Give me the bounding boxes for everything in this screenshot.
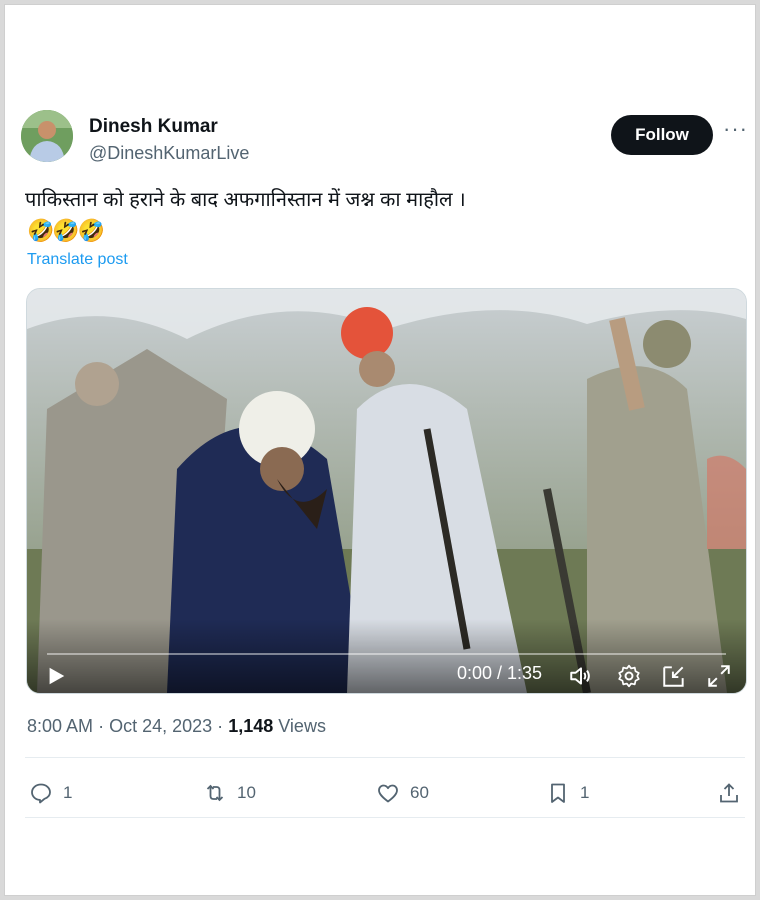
bookmark-icon xyxy=(551,783,565,803)
bookmark-button[interactable]: 1 xyxy=(546,773,589,813)
reply-count: 1 xyxy=(63,783,73,802)
post-emoji: 🤣🤣🤣 xyxy=(27,218,105,243)
repost-button[interactable]: 10 xyxy=(203,773,256,813)
avatar[interactable] xyxy=(21,110,73,162)
post-time[interactable]: 8:00 AM xyxy=(27,716,93,736)
video-progress-bar[interactable] xyxy=(47,653,726,655)
video-player[interactable]: 0:00 / 1:35 xyxy=(26,288,747,694)
post-meta: 8:00 AM · Oct 24, 2023 · 1,148 Views xyxy=(27,716,326,737)
translate-post-link[interactable]: Translate post xyxy=(27,251,128,269)
repost-count: 10 xyxy=(237,783,256,802)
video-controls: 0:00 / 1:35 xyxy=(27,619,746,693)
action-bar: 1 10 60 1 xyxy=(25,773,745,813)
author-name[interactable]: Dinesh Kumar xyxy=(89,116,218,138)
like-count: 60 xyxy=(410,783,429,802)
meta-separator: · xyxy=(98,716,105,736)
video-time: 0:00 / 1:35 xyxy=(457,663,543,683)
minimize-icon[interactable] xyxy=(661,663,687,689)
play-icon[interactable] xyxy=(45,665,67,687)
share-icon xyxy=(720,783,738,803)
share-button[interactable] xyxy=(717,773,741,813)
divider xyxy=(25,757,745,758)
fullscreen-icon[interactable] xyxy=(706,663,732,689)
reply-button[interactable]: 1 xyxy=(29,773,72,813)
post-date[interactable]: Oct 24, 2023 xyxy=(109,716,212,736)
like-icon xyxy=(378,784,398,803)
author-handle[interactable]: @DineshKumarLive xyxy=(89,143,249,164)
reply-icon xyxy=(31,783,51,804)
views-count: 1,148 xyxy=(228,716,274,736)
meta-separator: · xyxy=(217,716,224,736)
follow-button[interactable]: Follow xyxy=(611,115,713,155)
post-text: पाकिस्तान को हराने के बाद अफगानिस्तान मे… xyxy=(25,189,466,211)
views-label: Views xyxy=(278,716,326,736)
like-button[interactable]: 60 xyxy=(376,773,429,813)
tweet-card: Dinesh Kumar @DineshKumarLive Follow ···… xyxy=(4,4,756,896)
volume-icon[interactable] xyxy=(568,663,594,689)
bookmark-count: 1 xyxy=(580,783,590,802)
settings-icon[interactable] xyxy=(616,663,642,689)
more-icon[interactable]: ··· xyxy=(723,116,748,142)
divider xyxy=(25,817,745,818)
repost-icon xyxy=(206,784,224,802)
tweet-header: Dinesh Kumar @DineshKumarLive Follow ··· xyxy=(21,110,748,170)
